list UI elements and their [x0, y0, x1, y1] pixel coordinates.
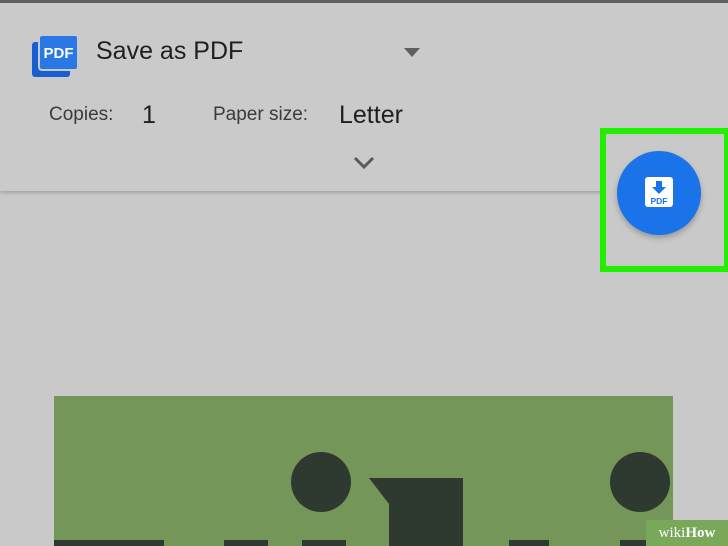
pdf-logo-icon: PDF: [32, 34, 79, 77]
preview-artwork: [54, 452, 670, 546]
pdf-download-icon: PDF: [645, 177, 673, 207]
paper-size-label: Paper size:: [213, 104, 309, 125]
watermark-prefix: wiki: [658, 525, 686, 541]
copies-field[interactable]: 1: [142, 101, 156, 130]
chevron-down-icon[interactable]: [352, 155, 376, 171]
wikihow-watermark: wikiHow: [646, 520, 728, 546]
pdf-logo-text: PDF: [44, 45, 74, 62]
page-preview: [54, 396, 673, 546]
watermark-suffix: How: [685, 525, 716, 541]
pdf-icon-text: PDF: [651, 196, 668, 206]
copies-label: Copies:: [49, 104, 114, 125]
dropdown-arrow-icon[interactable]: [402, 46, 422, 58]
destination-name[interactable]: Save as PDF: [96, 37, 243, 66]
save-pdf-button[interactable]: PDF: [617, 151, 701, 235]
paper-size-select[interactable]: Letter: [339, 101, 403, 130]
